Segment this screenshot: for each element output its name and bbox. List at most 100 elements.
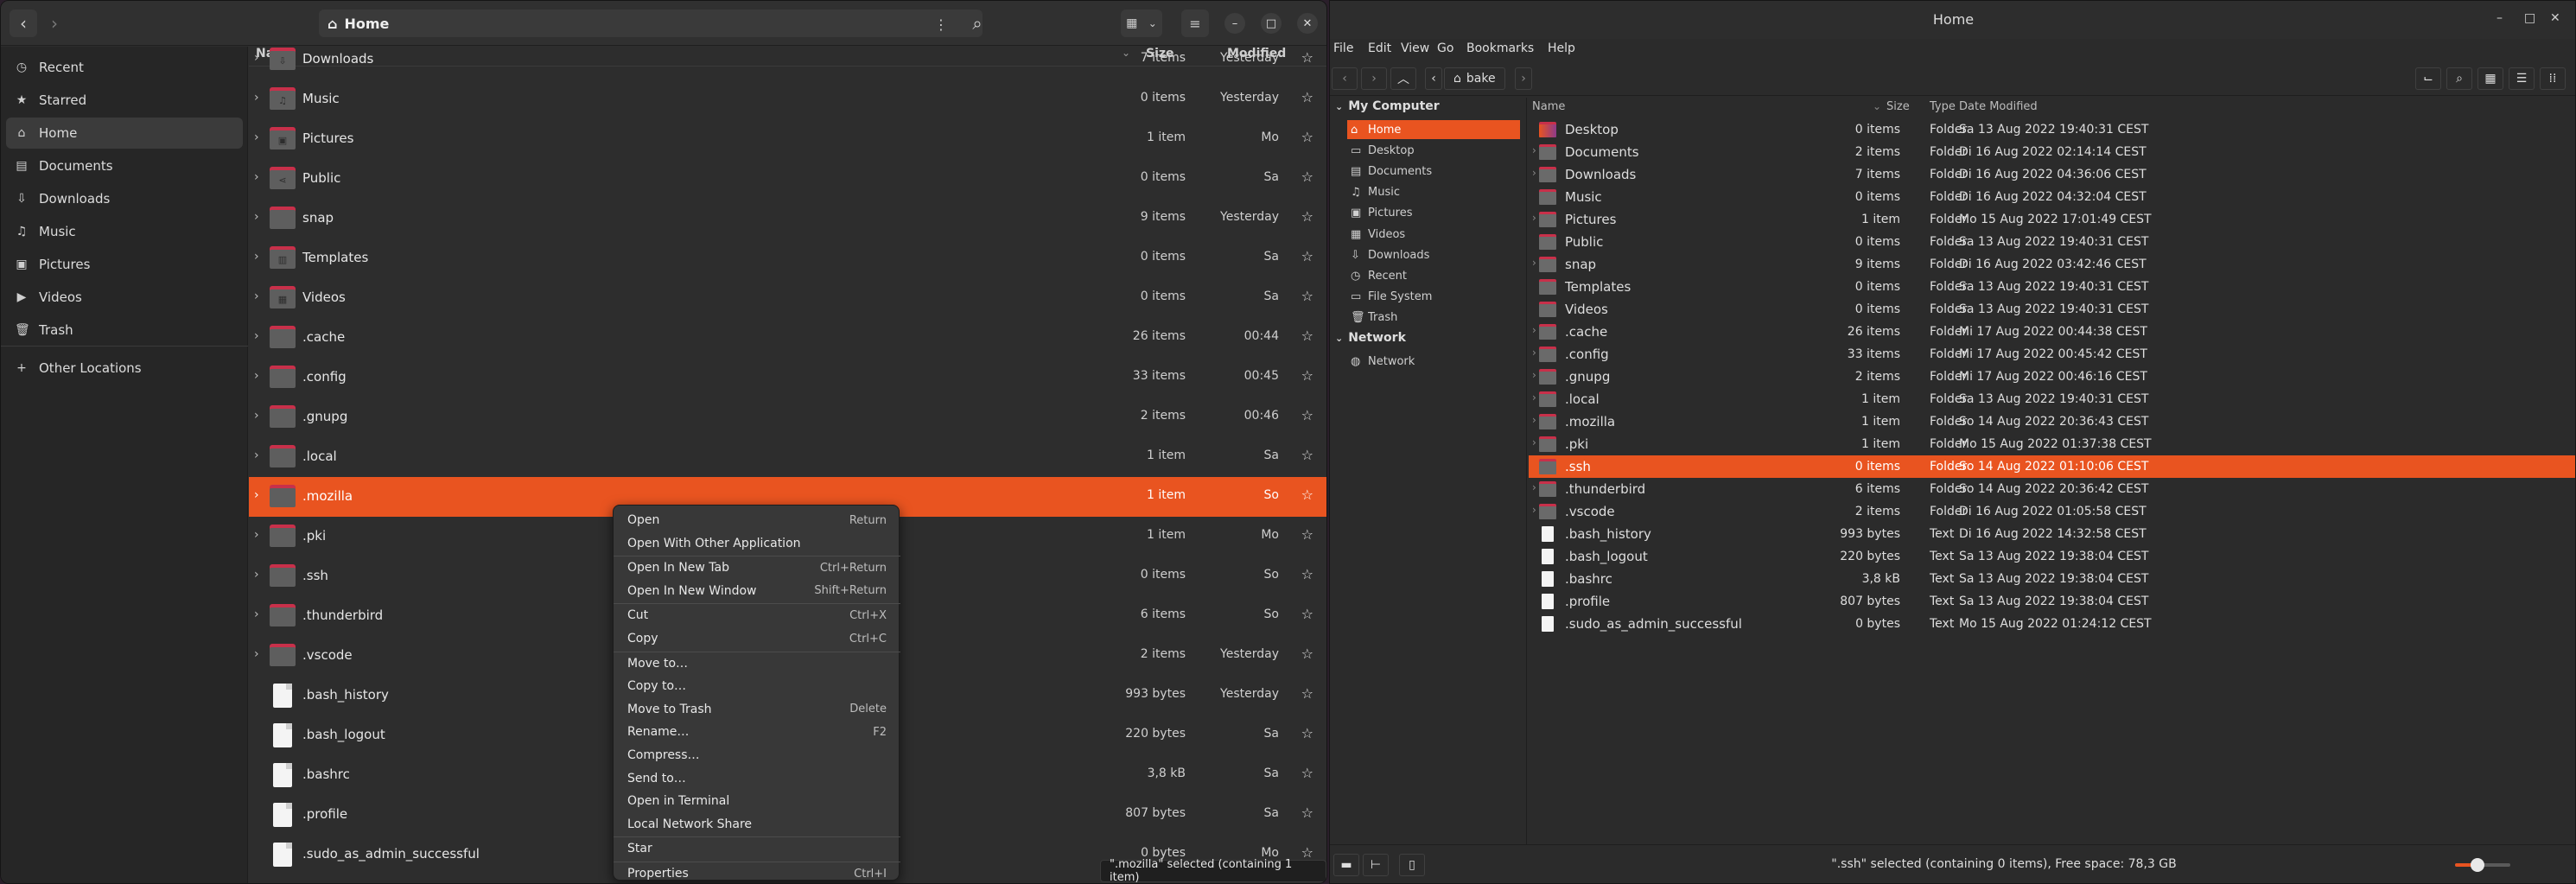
expander-icon[interactable]: › [1532,481,1536,493]
sidebar-item-network[interactable]: ◍ Network [1347,352,1520,371]
expander-icon[interactable]: › [1532,369,1536,381]
star-icon[interactable]: ☆ [1301,765,1313,781]
expander-icon[interactable]: › [254,607,259,621]
expander-icon[interactable]: › [1532,212,1536,224]
folder-row[interactable]: › snap 9 items Folder Di 16 Aug 2022 03:42:4… [1529,253,2575,276]
column-header-name[interactable]: Name [1532,100,1565,113]
folder-row[interactable]: › .thunderbird 6 items Folder So 14 Aug 2022… [1529,478,2575,500]
expander-icon[interactable]: › [254,170,259,184]
breadcrumb-prev-button[interactable]: ‹ [1425,67,1442,90]
expander-icon[interactable]: › [1532,144,1536,156]
expander-icon[interactable]: › [254,210,259,224]
expander-icon[interactable]: › [254,448,259,462]
star-icon[interactable]: ☆ [1301,725,1313,741]
star-icon[interactable]: ☆ [1301,407,1313,423]
menu-bookmarks[interactable]: Bookmarks [1466,41,1534,55]
file-row[interactable]: .bashrc 3,8 kB Text Sa 13 Aug 2022 19:38:04… [1529,568,2575,590]
zoom-slider-knob[interactable] [2470,858,2484,872]
sidebar-item-desktop[interactable]: ▭ Desktop [1347,141,1520,160]
folder-row[interactable]: › ♫ Music 0 items Yesterday ☆ [249,79,1326,119]
expander-icon[interactable]: › [254,289,259,303]
star-icon[interactable]: ☆ [1301,129,1313,145]
expander-icon[interactable]: › [1532,167,1536,179]
sidebar-item-home[interactable]: ⌂ Home [6,118,243,149]
breadcrumb-next-button[interactable]: › [1515,67,1532,90]
star-icon[interactable]: ☆ [1301,89,1313,105]
menu-item-compress[interactable]: Compress… [620,744,894,766]
menu-item-move-to[interactable]: Move to… [620,652,894,675]
sidebar-item-downloads[interactable]: ⇩ Downloads [6,183,243,214]
expander-icon[interactable]: › [254,329,259,343]
star-icon[interactable]: ☆ [1301,447,1313,463]
more-options-icon[interactable]: ⋮ [934,16,948,33]
sidebar-item-videos[interactable]: ▦ Videos [1347,225,1520,244]
menu-help[interactable]: Help [1548,41,1575,55]
expander-icon[interactable]: › [1532,414,1536,426]
folder-row[interactable]: › .pki 1 item Folder Mo 15 Aug 2022 01:37:38… [1529,433,2575,455]
menu-item-local-network-share[interactable]: Local Network Share [620,813,894,836]
up-button[interactable]: ︿ [1390,67,1416,90]
expander-icon[interactable]: › [254,91,259,105]
menu-file[interactable]: File [1333,41,1353,55]
expander-icon[interactable]: › [254,369,259,383]
sidebar-item-trash[interactable]: 🗑 Trash [6,315,243,346]
forward-button[interactable]: › [41,10,68,37]
expander-icon[interactable]: › [1532,391,1536,404]
file-list[interactable]: Name ⌄ Size Type Date Modified Desktop 0 … [1529,98,2575,844]
expander-icon[interactable]: › [254,568,259,582]
folder-row[interactable]: › ▥ Templates 0 items Sa ☆ [249,238,1326,278]
folder-row[interactable]: Public 0 items Folder Sa 13 Aug 2022 19:40:… [1529,231,2575,253]
sidebar-item-pictures[interactable]: ▣ Pictures [1347,204,1520,223]
file-row[interactable]: .sudo_as_admin_successful 0 bytes Text Mo 1… [1529,613,2575,635]
expander-icon[interactable]: › [1532,347,1536,359]
menu-item-cut[interactable]: Cut Ctrl+X [620,604,894,626]
star-icon[interactable]: ☆ [1301,526,1313,543]
expander-icon[interactable]: › [1532,257,1536,269]
folder-row[interactable]: Templates 0 items Folder Sa 13 Aug 2022 19:… [1529,276,2575,298]
menu-item-properties[interactable]: Properties Ctrl+I [620,862,894,883]
folder-row[interactable]: › .cache 26 items 00:44 ☆ [249,318,1326,358]
maximize-button[interactable]: □ [1261,13,1282,34]
menu-item-open-with-other-application[interactable]: Open With Other Application [620,532,894,555]
expander-icon[interactable]: › [1532,436,1536,448]
sidebar-item-recent[interactable]: ◷ Recent [6,52,243,83]
star-icon[interactable]: ☆ [1301,367,1313,384]
expander-icon[interactable]: › [254,528,259,542]
breadcrumb-home[interactable]: ⌂ Home [328,10,389,37]
breadcrumb-home[interactable]: ⌂ bake [1444,67,1505,90]
close-button[interactable]: ✕ [2550,11,2560,25]
star-icon[interactable]: ☆ [1301,805,1313,821]
menu-item-copy[interactable]: Copy Ctrl+C [620,627,894,650]
back-button[interactable]: ‹ [1332,67,1358,90]
menu-item-open-in-terminal[interactable]: Open in Terminal [620,790,894,812]
forward-button[interactable]: › [1361,67,1387,90]
folder-row[interactable]: › .config 33 items 00:45 ☆ [249,358,1326,397]
folder-row[interactable]: .ssh 0 items Folder So 14 Aug 2022 01:10:06… [1529,455,2575,478]
star-icon[interactable]: ☆ [1301,288,1313,304]
expander-icon[interactable]: › [254,250,259,264]
folder-row[interactable]: › .gnupg 2 items 00:46 ☆ [249,397,1326,437]
star-icon[interactable]: ☆ [1301,248,1313,264]
view-toggle-button[interactable]: ▦ ⌄ [1121,10,1162,37]
folder-row[interactable]: Music 0 items Folder Di 16 Aug 2022 04:32:0… [1529,186,2575,208]
menu-item-open-in-new-window[interactable]: Open In New Window Shift+Return [620,580,894,602]
menu-edit[interactable]: Edit [1368,41,1391,55]
sidebar-section-network[interactable]: ⌄ Network [1335,331,1406,345]
star-icon[interactable]: ☆ [1301,208,1313,225]
column-header-size[interactable]: Size [1886,100,1910,113]
close-button[interactable]: ✕ [1297,13,1318,34]
menu-button[interactable]: ≡ [1181,10,1209,37]
list-view-button[interactable]: ☰ [2509,67,2535,90]
expander-icon[interactable]: › [254,130,259,144]
sidebar-item-documents[interactable]: ▤ Documents [6,150,243,181]
expander-icon[interactable]: › [254,409,259,423]
sidebar-item-starred[interactable]: ★ Starred [6,85,243,116]
sidebar-item-home[interactable]: ⌂ Home [1347,120,1520,139]
sidebar-item-downloads[interactable]: ⇩ Downloads [1347,245,1520,264]
minimize-button[interactable]: – [1224,13,1245,34]
column-header-date[interactable]: Date Modified [1959,100,2038,113]
sidebar-section-my-computer[interactable]: ⌄ My Computer [1335,99,1440,113]
star-icon[interactable]: ☆ [1301,487,1313,503]
expander-icon[interactable]: › [254,51,259,65]
folder-row[interactable]: › ▦ Videos 0 items Sa ☆ [249,278,1326,318]
